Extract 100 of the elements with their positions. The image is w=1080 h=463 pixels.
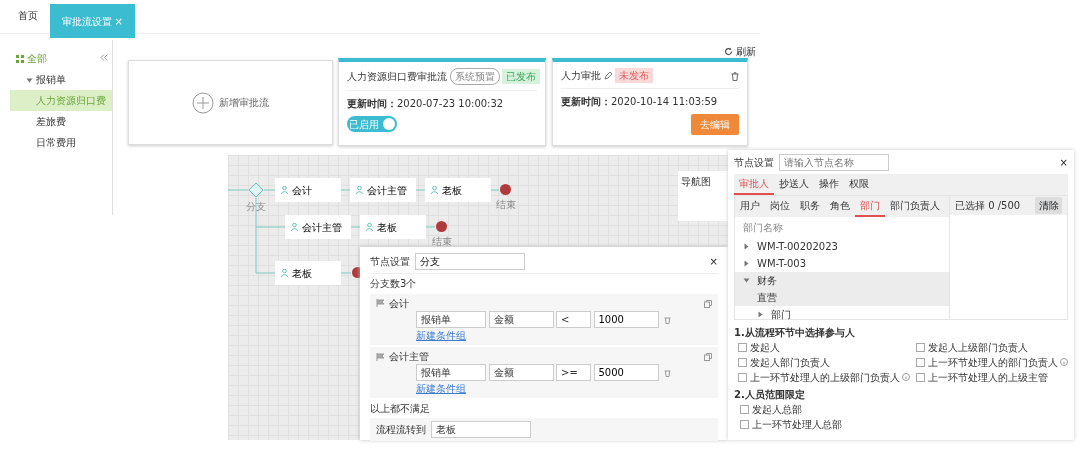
trash-icon[interactable] — [663, 315, 671, 324]
trash-icon[interactable] — [663, 369, 671, 377]
end-label: 结束 — [496, 199, 516, 210]
connector-line — [425, 226, 436, 228]
collapse-icon[interactable] — [100, 54, 108, 61]
gateway-diamond — [248, 182, 264, 198]
tree-item[interactable]: 财务 — [735, 271, 949, 289]
tab[interactable]: 权限 — [844, 173, 874, 195]
checkbox[interactable] — [916, 372, 925, 382]
flow-node[interactable]: 会计主管 — [350, 178, 416, 202]
end-node[interactable] — [436, 221, 447, 232]
status-badge: 已发布 — [502, 69, 540, 84]
tab[interactable]: 角色 — [825, 195, 855, 217]
plus-icon — [192, 91, 214, 114]
edit-icon[interactable] — [603, 71, 613, 80]
close-button[interactable]: × — [709, 254, 718, 269]
branch-title: 会计主管 — [388, 350, 429, 364]
add-condition-link[interactable]: 新建条件组 — [416, 329, 466, 341]
refresh-icon — [724, 47, 733, 56]
updated-label: 更新时间： — [347, 98, 397, 109]
copy-icon[interactable] — [704, 353, 712, 361]
select-field[interactable]: < — [556, 310, 591, 328]
checkbox[interactable] — [740, 405, 749, 414]
connector-line — [340, 272, 352, 274]
flow-node[interactable]: 老板 — [360, 215, 426, 239]
add-condition-link[interactable]: 新建条件组 — [416, 383, 466, 394]
caret-icon[interactable] — [743, 276, 750, 284]
checkbox[interactable] — [738, 342, 747, 352]
select-field[interactable]: 老板 — [431, 421, 531, 438]
option-label: 上一环节处理人总部 — [751, 418, 842, 432]
checkbox[interactable] — [916, 342, 925, 352]
person-icon — [291, 223, 298, 231]
caret-icon[interactable] — [26, 76, 33, 84]
select-field[interactable]: 报销单 — [416, 364, 486, 381]
connector-line — [415, 189, 426, 191]
value-field[interactable]: 5000 — [593, 364, 659, 381]
section-title: 2.人员范围限定 — [734, 388, 806, 402]
column-header: 部门名称 — [742, 220, 784, 235]
checkbox[interactable] — [916, 357, 925, 367]
flow-node[interactable]: 会计 — [275, 178, 341, 202]
tree-item[interactable]: 部门 — [735, 305, 949, 323]
value-field[interactable]: 1000 — [593, 310, 659, 328]
dialog-title: 节点设置 — [734, 156, 774, 170]
grid-icon — [16, 55, 24, 63]
tab[interactable]: 首页 — [6, 0, 50, 30]
flow-to-label: 流程流转到 — [376, 423, 426, 437]
person-icon — [356, 186, 363, 194]
option-label: 发起人总部 — [751, 403, 802, 417]
caret-icon[interactable] — [743, 259, 750, 267]
tab[interactable]: 职务 — [795, 195, 825, 217]
connector-line — [350, 226, 361, 228]
updated-time: 2020-10-14 11:03:59 — [611, 96, 718, 107]
tab[interactable]: 岗位 — [765, 195, 795, 217]
tab[interactable]: 抄送人 — [774, 173, 814, 195]
checkbox[interactable] — [738, 372, 747, 382]
caret-icon[interactable] — [757, 310, 764, 318]
checkbox[interactable] — [740, 420, 749, 429]
connector-line — [228, 189, 276, 191]
section-title: 1.从流程环节中选择参与人 — [734, 325, 856, 340]
tree-item[interactable]: WM-T-003 — [735, 254, 949, 272]
close-button[interactable]: × — [1059, 155, 1068, 170]
select-field[interactable]: 金额 — [488, 310, 554, 328]
sidebar-item[interactable]: 日常费用 — [10, 132, 112, 153]
tab[interactable]: 用户 — [735, 195, 765, 217]
option-label: 发起人上级部门负责人 — [927, 340, 1028, 355]
branch-title: 会计 — [388, 296, 409, 311]
option-label: 发起人 — [749, 340, 780, 355]
flow-node[interactable]: 会计主管 — [285, 215, 351, 239]
person-icon — [431, 186, 438, 194]
tab[interactable]: 部门 — [855, 195, 885, 217]
copy-icon[interactable] — [704, 299, 712, 308]
select-field[interactable]: >= — [556, 364, 591, 381]
name-field[interactable]: 分支 — [415, 253, 525, 270]
checkbox[interactable] — [738, 357, 747, 367]
flag-icon — [376, 299, 386, 307]
flow-node[interactable]: 老板 — [275, 261, 341, 285]
otherwise-title: 以上都不满足 — [370, 401, 431, 416]
dialog-title: 节点设置 — [370, 255, 410, 269]
new-flow-card[interactable]: 新增审批流 — [128, 60, 333, 145]
sidebar-item[interactable]: 差旅费 — [10, 111, 112, 132]
tab[interactable]: 审批人 — [734, 173, 774, 195]
name-field[interactable]: 请输入节点名称 — [779, 154, 889, 171]
tab[interactable]: 操作 — [814, 173, 844, 195]
select-field[interactable]: 报销单 — [416, 310, 486, 328]
select-field[interactable]: 金额 — [488, 364, 554, 381]
gateway-label: 分支 — [246, 201, 266, 212]
end-node[interactable] — [500, 184, 511, 195]
person-icon — [366, 223, 373, 231]
flow-node[interactable]: 老板 — [425, 178, 491, 202]
sidebar-item[interactable]: 报销单 — [10, 69, 112, 90]
flow-title: 人力资源归口费审批流 — [347, 70, 447, 84]
clear-button[interactable]: 清除 — [1035, 196, 1062, 214]
trash-icon[interactable] — [731, 71, 739, 81]
tab[interactable]: 部门负责人 — [885, 195, 945, 217]
caret-icon[interactable] — [743, 242, 750, 250]
refresh-button[interactable]: 刷新 — [724, 44, 756, 59]
flag-icon — [376, 352, 386, 361]
tree-item[interactable]: WM-T-00202023 — [735, 237, 949, 255]
updated-label: 更新时间： — [561, 96, 611, 107]
updated-time: 2020-07-23 10:00:32 — [397, 98, 504, 109]
